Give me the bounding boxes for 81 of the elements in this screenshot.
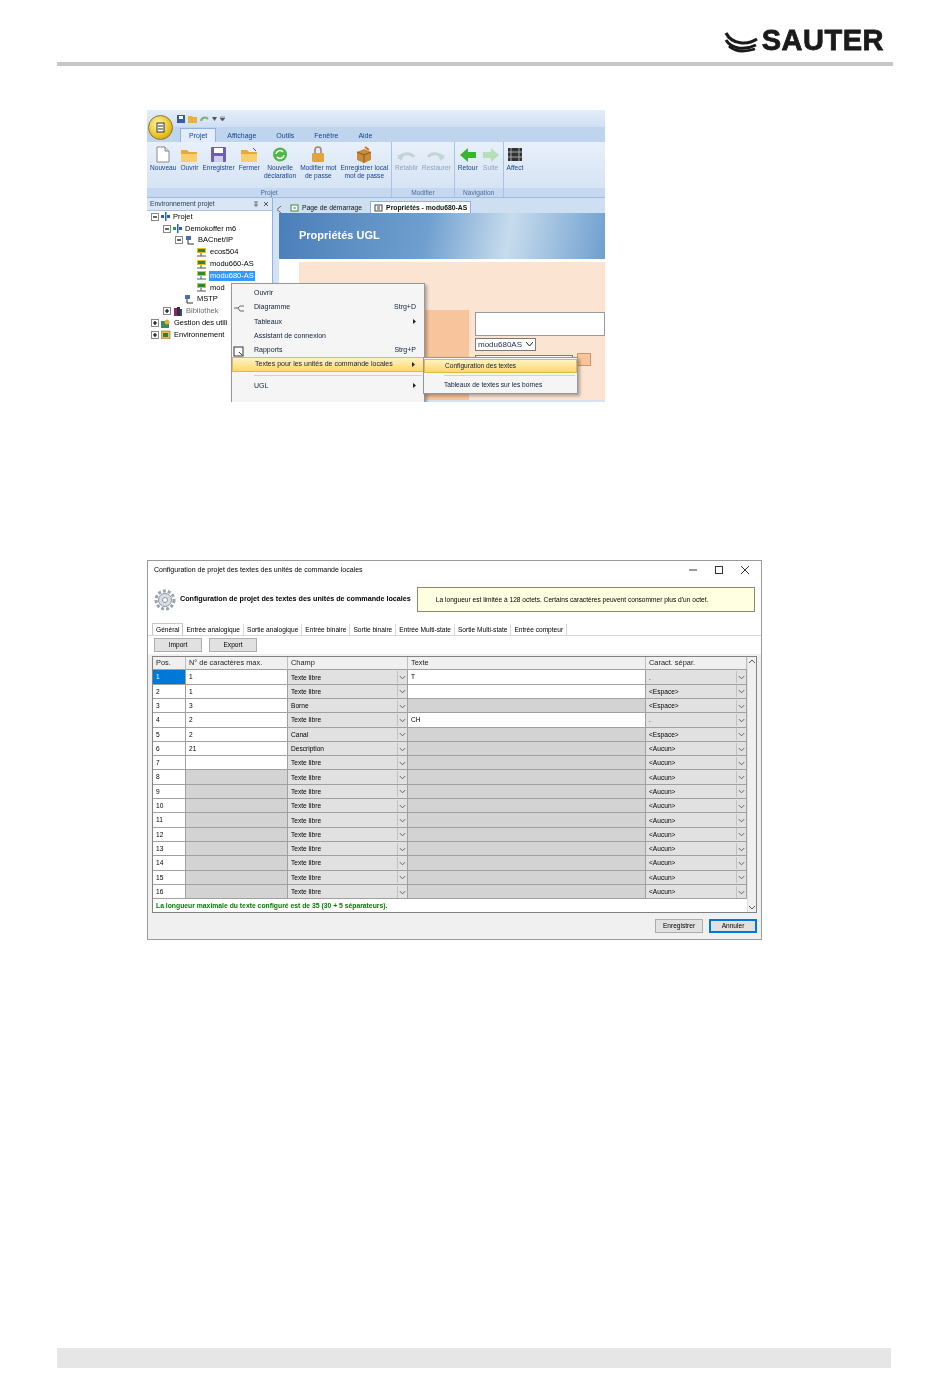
app-icon bbox=[155, 122, 166, 133]
chevron-down-icon bbox=[736, 871, 746, 884]
chevron-down-icon bbox=[397, 828, 407, 841]
undo-arrow-icon bbox=[396, 149, 417, 163]
expand-toggle-icon[interactable] bbox=[151, 319, 159, 328]
film-strip-icon bbox=[506, 146, 523, 163]
chevron-down-icon bbox=[736, 671, 746, 684]
device-dropdown[interactable]: modu680AS bbox=[475, 338, 537, 351]
box-icon bbox=[355, 145, 374, 163]
users-icon bbox=[161, 318, 171, 328]
folder-icon bbox=[188, 114, 197, 123]
diagram-icon bbox=[233, 302, 245, 314]
network-icon bbox=[184, 294, 194, 304]
tree-node-icon bbox=[161, 212, 170, 222]
chevron-down-icon bbox=[397, 856, 407, 869]
chevron-down-icon bbox=[736, 685, 746, 698]
maximize-icon[interactable] bbox=[715, 566, 723, 575]
chevron-down-icon bbox=[397, 699, 407, 712]
controller-icon bbox=[196, 283, 207, 293]
chevron-down-icon bbox=[397, 799, 407, 812]
input-field[interactable] bbox=[475, 312, 605, 336]
folder-icon bbox=[180, 147, 199, 163]
chevron-down-icon bbox=[397, 713, 407, 726]
customize-caret-icon bbox=[220, 116, 225, 121]
chevron-down-icon bbox=[736, 785, 746, 798]
network-icon bbox=[185, 236, 195, 245]
pin-icon[interactable] bbox=[253, 201, 259, 207]
folder-icon bbox=[240, 147, 259, 163]
chevron-down-icon bbox=[736, 856, 746, 869]
left-arrow-icon bbox=[458, 147, 477, 163]
chevron-down-icon bbox=[736, 799, 746, 812]
home-page-icon bbox=[290, 203, 299, 212]
close-icon[interactable] bbox=[263, 201, 269, 207]
scroll-left-icon[interactable] bbox=[277, 206, 282, 213]
right-arrow-icon bbox=[481, 147, 500, 163]
submenu-arrow-icon bbox=[412, 362, 415, 368]
tree-node-icon bbox=[173, 224, 182, 234]
chevron-down-icon bbox=[736, 842, 746, 855]
chevron-down-icon bbox=[526, 342, 534, 347]
chevron-down-icon bbox=[736, 771, 746, 784]
redo-arrow-icon bbox=[426, 149, 447, 163]
submenu-arrow-icon bbox=[413, 383, 416, 389]
chevron-down-icon bbox=[736, 828, 746, 841]
refresh-icon bbox=[271, 146, 290, 163]
chevron-down-icon bbox=[736, 699, 746, 712]
chevron-down-icon bbox=[397, 742, 407, 755]
chevron-down-icon bbox=[397, 785, 407, 798]
controller-icon bbox=[196, 271, 207, 281]
padlock-icon bbox=[311, 145, 326, 163]
chevron-down-icon bbox=[397, 885, 407, 898]
chevron-down-icon bbox=[736, 742, 746, 755]
controller-icon bbox=[196, 247, 207, 257]
document-icon bbox=[156, 146, 171, 163]
chevron-down-icon bbox=[397, 756, 407, 769]
collapse-toggle-icon[interactable] bbox=[163, 224, 171, 233]
chevron-down-icon bbox=[397, 842, 407, 855]
logo-wordmark: SAUTER bbox=[761, 26, 884, 54]
chevron-down-icon bbox=[736, 756, 746, 769]
chevron-down-icon bbox=[397, 771, 407, 784]
chevron-down-icon bbox=[736, 885, 746, 898]
chevron-down-icon bbox=[736, 728, 746, 741]
chevron-down-icon bbox=[397, 871, 407, 884]
dropdown-caret-icon bbox=[212, 116, 217, 121]
chevron-down-icon bbox=[397, 685, 407, 698]
chevron-down-icon bbox=[397, 728, 407, 741]
close-icon[interactable] bbox=[741, 566, 749, 575]
chevron-down-icon bbox=[736, 814, 746, 826]
books-icon bbox=[173, 306, 183, 316]
collapse-toggle-icon[interactable] bbox=[175, 236, 183, 245]
chevron-down-icon bbox=[397, 814, 407, 826]
collapse-toggle-icon[interactable] bbox=[151, 212, 159, 221]
scroll-up-icon[interactable] bbox=[748, 657, 756, 666]
expand-toggle-icon[interactable] bbox=[151, 330, 159, 339]
chevron-down-icon bbox=[736, 713, 746, 726]
controller-icon bbox=[196, 259, 207, 269]
submenu-arrow-icon bbox=[413, 319, 416, 325]
environment-icon bbox=[161, 330, 171, 340]
chevron-down-icon bbox=[397, 671, 407, 684]
properties-banner: Propriétés UGL bbox=[279, 213, 605, 259]
gear-icon bbox=[154, 588, 176, 611]
properties-icon bbox=[374, 203, 384, 212]
